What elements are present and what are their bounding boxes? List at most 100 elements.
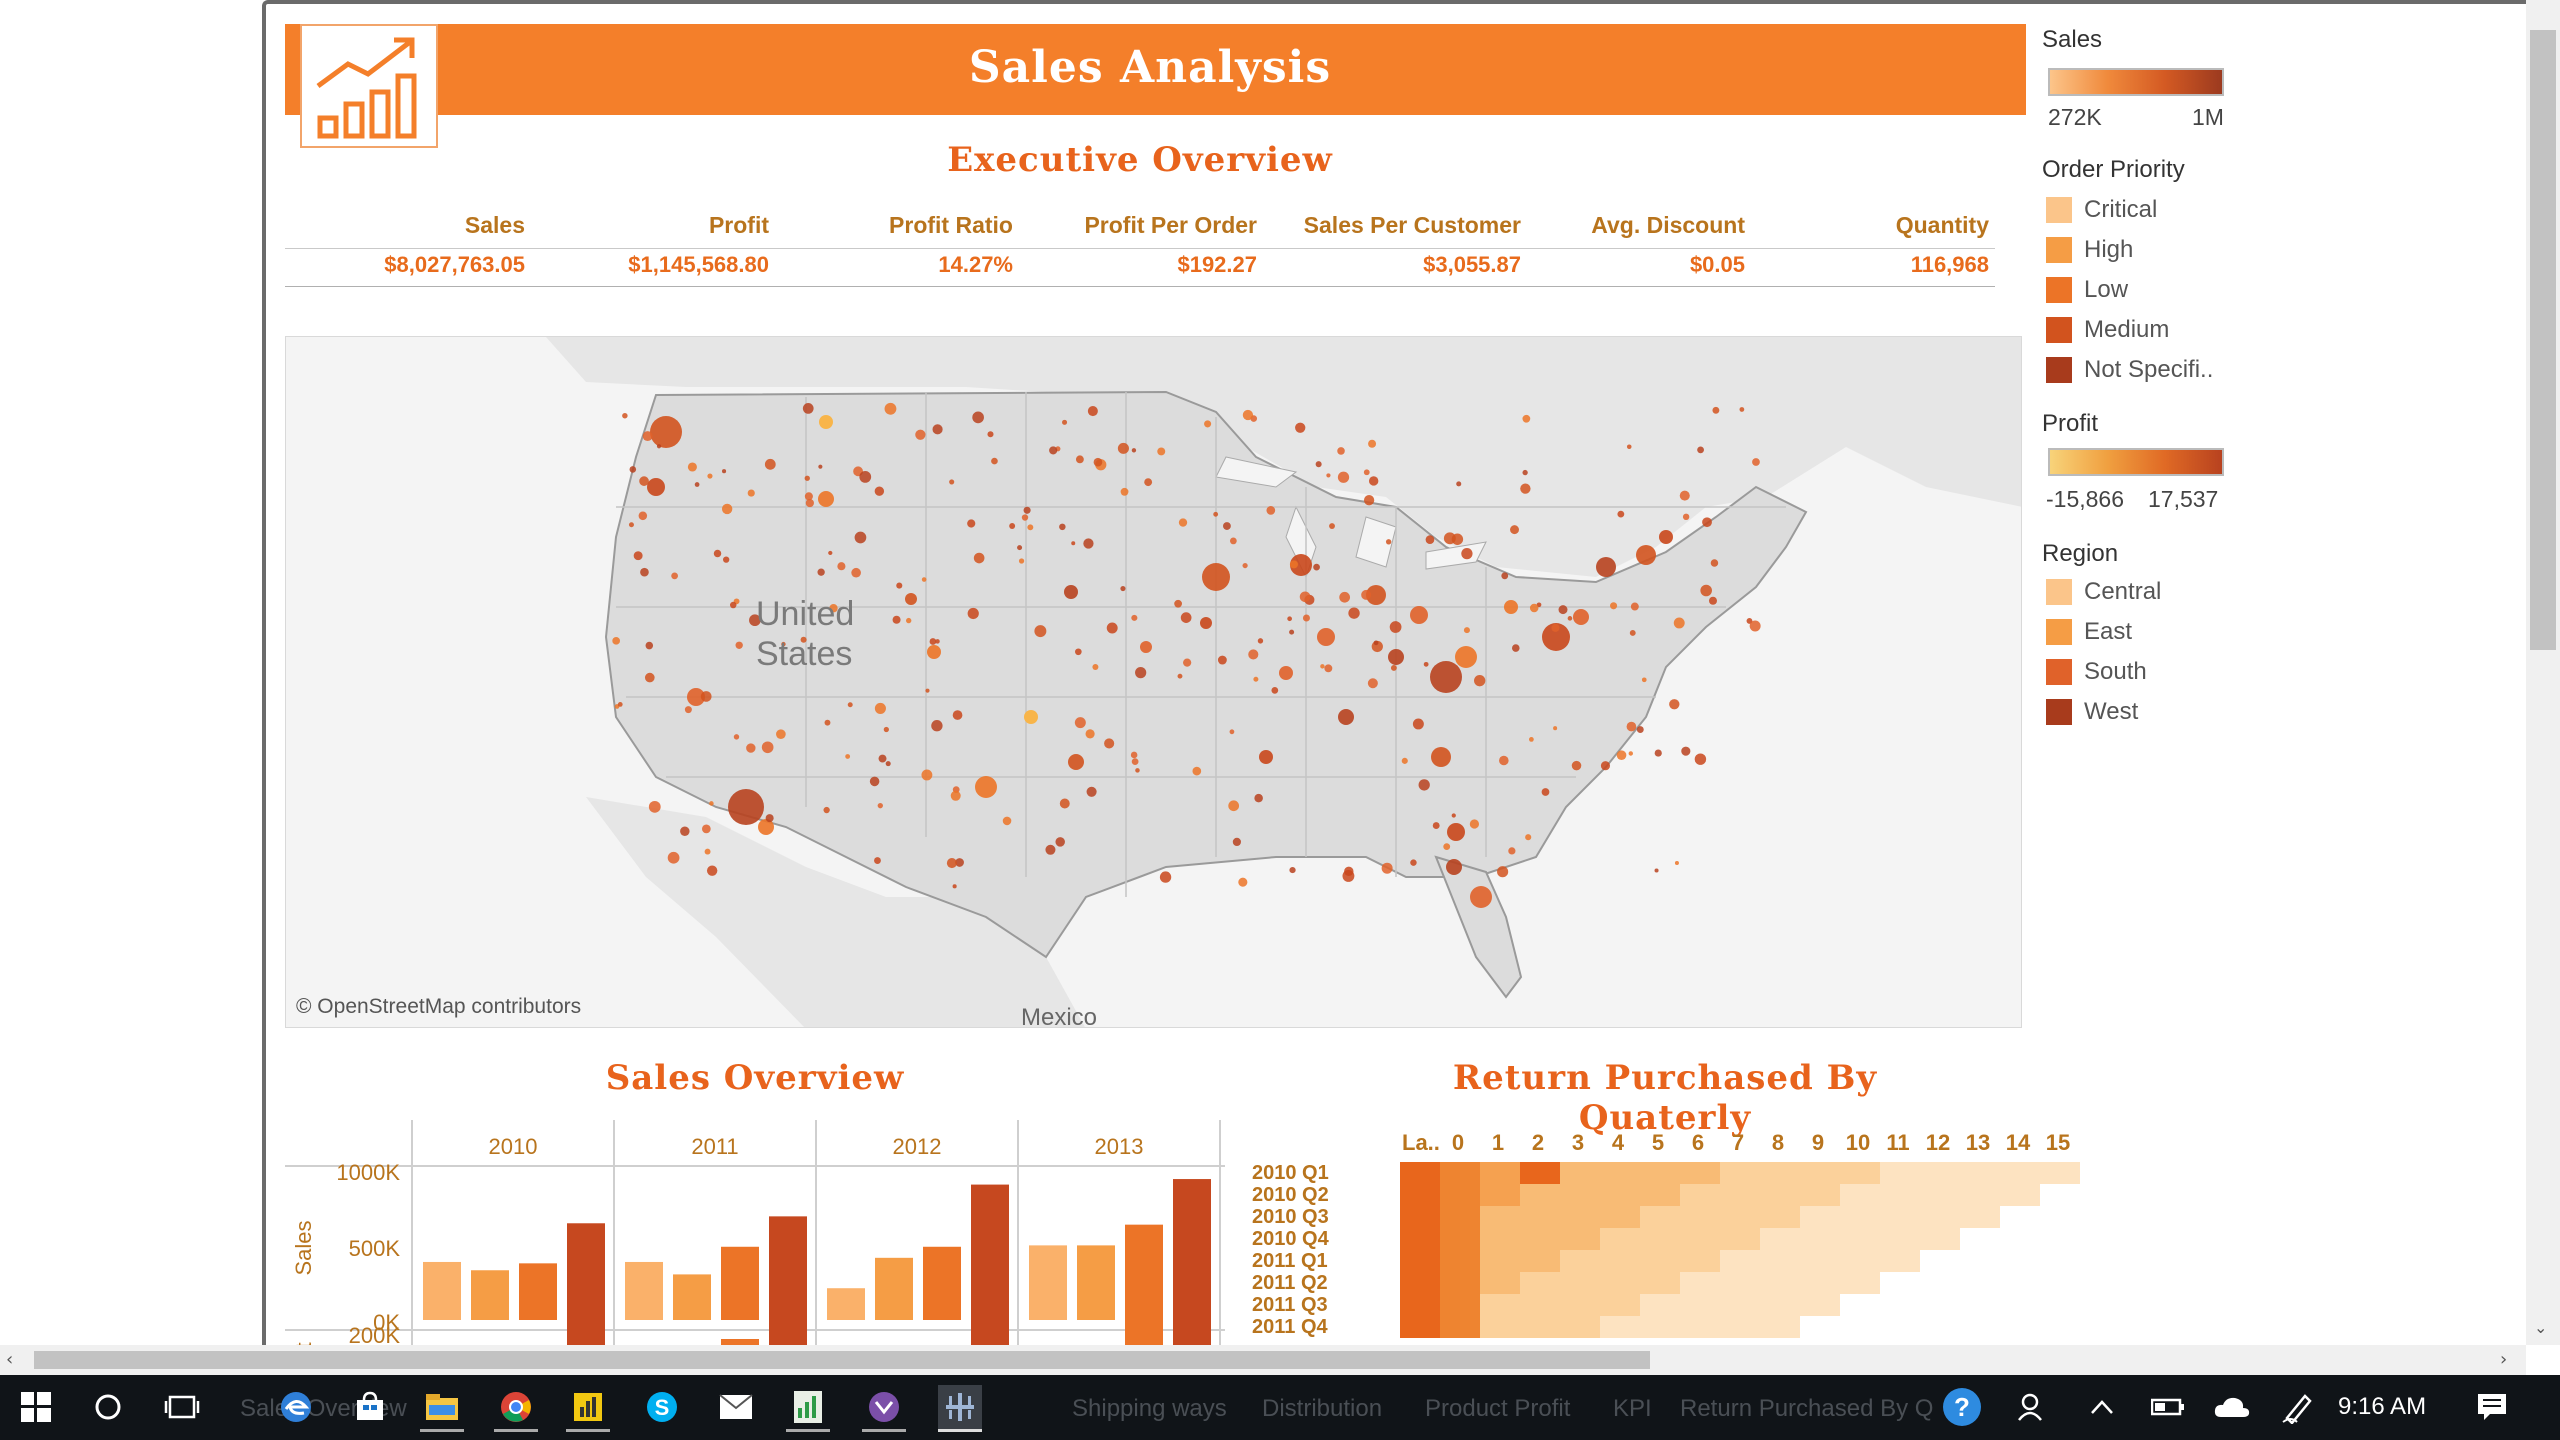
chevron-up-icon[interactable] [2080,1385,2124,1429]
taskbar-tab-shipping-ways[interactable]: Shipping ways [1072,1395,1227,1423]
heatmap-cell [1480,1206,1520,1228]
map-canvas[interactable] [286,337,2022,1028]
map-point [818,491,834,507]
map-point [1504,600,1518,614]
heatmap-cell [1560,1228,1600,1250]
map-point [819,415,833,429]
legend-profit-min: -15,866 [2046,486,2125,512]
spreadsheet-app-icon[interactable] [786,1385,830,1432]
heatmap-cell [1440,1206,1480,1228]
map-point [1130,751,1138,759]
edge-browser-icon[interactable] [274,1385,318,1429]
legend-region-title: Region [2042,540,2119,567]
cortana-search-icon[interactable] [86,1385,130,1429]
map-point [1085,729,1095,739]
heatmap-row-label: 2011 Q1 [1252,1250,1328,1272]
help-icon[interactable]: ? [1940,1385,1984,1429]
map-point [638,511,648,521]
sales-bar [1077,1245,1115,1320]
scroll-right-arrow-icon[interactable]: › [2500,1349,2507,1370]
map-point [667,851,680,864]
legend-sales-max: 1M [2192,104,2224,130]
map-point [859,471,872,483]
heatmap-column-label: 12 [1926,1130,1950,1155]
map-point [1368,476,1379,486]
windows-start-icon[interactable] [14,1385,58,1429]
map-point [1068,754,1084,770]
map-point [656,444,662,449]
legend-region-south[interactable]: South [2046,656,2147,688]
legend-priority-high[interactable]: High [2046,234,2133,266]
map-point [642,431,653,442]
mail-icon[interactable] [714,1385,758,1429]
map-point [735,641,743,649]
sales-overview-chart[interactable]: 20102011201220131000K500K0KSales200K100K… [285,1118,1225,1345]
map-point [1401,757,1408,764]
legend-priority-not-specified[interactable]: Not Specifi.. [2046,354,2213,386]
heatmap-row-label: 2010 Q1 [1252,1162,1329,1184]
vertical-scrollbar[interactable]: ⌄ [2526,0,2560,1345]
horizontal-scrollbar[interactable]: ‹ › [0,1345,2526,1375]
taskbar-tab-distribution[interactable]: Distribution [1262,1395,1382,1423]
legend-label: East [2084,618,2133,645]
map-point [1529,603,1539,613]
file-explorer-icon[interactable] [420,1385,464,1432]
executive-overview-title: Executive Overview [947,140,1333,180]
pen-ink-icon[interactable] [2276,1385,2320,1429]
chrome-icon[interactable] [494,1385,538,1432]
legend-region-west[interactable]: West [2046,696,2138,728]
battery-icon[interactable] [2146,1385,2190,1429]
heatmap-column-label: 7 [1732,1130,1744,1155]
kpi-label-avg-discount: Avg. Discount [1591,212,1745,238]
swatch [2046,317,2072,343]
store-icon[interactable] [348,1385,392,1429]
onedrive-cloud-icon[interactable] [2210,1385,2254,1429]
map-point [1217,655,1227,665]
legend-priority-critical[interactable]: Critical [2046,194,2157,226]
legend-priority-low[interactable]: Low [2046,274,2128,306]
swatch [2046,277,2072,303]
heatmap-column-label: 6 [1692,1130,1704,1155]
legend-region-east[interactable]: East [2046,616,2132,648]
visual-studio-icon[interactable] [862,1385,906,1432]
swatch [2046,619,2072,645]
taskbar-tab-returns[interactable]: Return Purchased By Q [1680,1395,1933,1423]
map-point [1630,602,1639,611]
action-center-icon[interactable] [2470,1385,2514,1429]
taskbar-tab-kpi[interactable]: KPI [1613,1395,1652,1423]
clock-time[interactable]: 9:16 AM [2338,1393,2426,1421]
sales-bar [721,1246,759,1320]
legend-priority-medium[interactable]: Medium [2046,314,2169,346]
map-point [747,489,755,497]
map-point [1681,746,1691,756]
heatmap-cell [1600,1206,1640,1228]
map-point [1017,545,1023,551]
scroll-down-arrow-icon[interactable]: ⌄ [2534,1318,2547,1337]
map-point [1074,717,1086,729]
map-point [874,702,886,714]
sales-map[interactable]: United States Mexico © OpenStreetMap con… [285,336,2022,1028]
skype-icon[interactable]: S [640,1385,684,1429]
map-point [645,641,654,650]
tableau-icon[interactable] [938,1385,982,1432]
kpi-divider [285,248,1995,249]
map-point [1712,406,1720,414]
map-point [1021,514,1029,521]
task-view-icon[interactable] [160,1385,204,1429]
power-bi-icon[interactable] [566,1385,610,1432]
heatmap-cell [1400,1228,1440,1250]
taskbar-tab-product-profit[interactable]: Product Profit [1425,1395,1570,1423]
map-point [709,801,714,806]
map-attribution[interactable]: © OpenStreetMap contributors [296,995,581,1019]
people-icon[interactable] [2010,1385,2054,1429]
horizontal-scroll-thumb[interactable] [34,1351,1650,1369]
sales-bar [1125,1224,1163,1320]
returns-heatmap[interactable]: La.. 0 1 2 3 4 5 6 7 8 9 10 11 12 13 14 152010 Q12010 Q2… [1240,1120,2110,1345]
map-point [1023,506,1031,514]
legend-region-central[interactable]: Central [2046,576,2161,608]
map-point [1541,788,1550,796]
scroll-left-arrow-icon[interactable]: ‹ [6,1349,13,1370]
vertical-scroll-thumb[interactable] [2530,30,2556,650]
legend-profit-title: Profit [2042,410,2099,437]
sales-bar [827,1288,865,1320]
